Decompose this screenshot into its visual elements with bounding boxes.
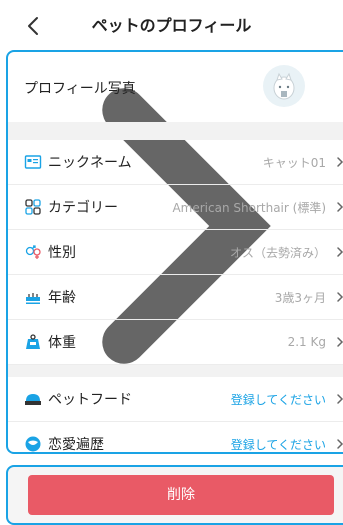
grid-icon bbox=[25, 199, 41, 215]
age-label: 年齢 bbox=[48, 290, 76, 306]
cake-icon bbox=[26, 293, 40, 304]
weight-label: 体重 bbox=[48, 335, 76, 351]
chevron-right-icon bbox=[337, 337, 343, 347]
nickname-row[interactable]: ニックネーム キャット01 bbox=[8, 140, 343, 185]
pet-food-row[interactable]: ペットフード 登録してください bbox=[8, 377, 343, 422]
category-row[interactable]: カテゴリー American Shorthair (標準) bbox=[8, 185, 343, 230]
age-row[interactable]: 年齢 3歳3ヶ月 bbox=[8, 275, 343, 320]
category-label: カテゴリー bbox=[48, 200, 118, 216]
nickname-value: キャット01 bbox=[262, 155, 326, 170]
weight-row[interactable]: 体重 2.1 Kg bbox=[8, 320, 343, 365]
gender-value: オス（去勢済み） bbox=[229, 245, 326, 260]
age-value: 3歳3ヶ月 bbox=[274, 290, 326, 305]
delete-button[interactable]: 削除 bbox=[28, 475, 334, 515]
weight-icon bbox=[26, 334, 40, 349]
delete-section: 削除 bbox=[6, 465, 343, 525]
weight-value: 2.1 Kg bbox=[287, 335, 326, 349]
pet-food-label: ペットフード bbox=[48, 392, 132, 408]
section-separator bbox=[8, 365, 343, 377]
chevron-right-icon bbox=[337, 394, 343, 404]
love-history-value[interactable]: 登録してください bbox=[231, 436, 326, 453]
profile-photo-label: プロフィール写真 bbox=[24, 81, 136, 97]
chevron-right-icon bbox=[337, 202, 343, 212]
page-title: ペットのプロフィール bbox=[91, 16, 252, 35]
gender-icon bbox=[25, 245, 41, 259]
profile-card: プロフィール写真 ニックネーム キャット01 カテゴリー American Sh… bbox=[6, 50, 343, 454]
pet-avatar[interactable] bbox=[263, 65, 305, 107]
chevron-right-icon bbox=[337, 439, 343, 449]
love-history-row[interactable]: 恋愛遍歴 登録してください bbox=[8, 422, 343, 453]
header: ペットのプロフィール bbox=[0, 0, 343, 52]
nickname-label: ニックネーム bbox=[48, 155, 132, 171]
cat-avatar-icon bbox=[273, 72, 295, 100]
chevron-right-icon bbox=[337, 157, 343, 167]
gender-label: 性別 bbox=[48, 245, 76, 261]
profile-photo-row[interactable]: プロフィール写真 bbox=[8, 52, 343, 364]
pet-food-value[interactable]: 登録してください bbox=[231, 391, 326, 408]
chevron-right-icon bbox=[337, 292, 343, 302]
food-bowl-icon bbox=[25, 394, 41, 405]
id-card-icon bbox=[24, 155, 42, 169]
love-history-label: 恋愛遍歴 bbox=[48, 437, 104, 453]
heart-history-icon bbox=[25, 436, 41, 452]
chevron-right-icon bbox=[337, 247, 343, 257]
section-separator bbox=[8, 122, 343, 140]
category-value: American Shorthair (標準) bbox=[172, 200, 326, 215]
gender-row[interactable]: 性別 オス（去勢済み） bbox=[8, 230, 343, 275]
